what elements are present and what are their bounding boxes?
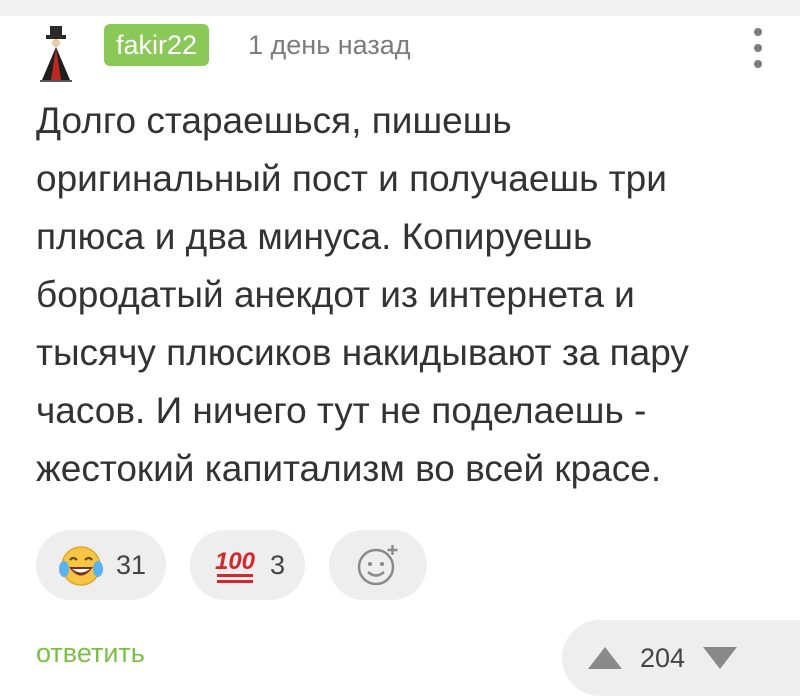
top-shade: [0, 0, 800, 16]
add-emoji-icon: [357, 545, 398, 586]
comment-header: fakir22 1 день назад: [0, 16, 800, 82]
reaction-count: 3: [270, 549, 286, 580]
more-options-icon[interactable]: [744, 24, 772, 72]
laughing-tears-emoji-icon: [59, 546, 103, 586]
reply-link[interactable]: ответить: [36, 638, 145, 669]
upvote-arrow-icon[interactable]: [584, 643, 626, 673]
downvote-arrow-icon[interactable]: [699, 643, 741, 673]
rating-count: 204: [640, 642, 686, 673]
rating-box: 204: [562, 620, 800, 696]
reactions-bar: 31 100 3: [36, 530, 428, 600]
comment-text: Долго стараешься, пишешь оригинальный по…: [36, 100, 689, 489]
avatar[interactable]: [30, 26, 82, 82]
svg-text:100: 100: [215, 548, 256, 575]
hundred-points-emoji-icon: 100: [215, 548, 256, 583]
reaction-laughing[interactable]: 31: [36, 530, 167, 600]
reaction-count: 31: [116, 549, 147, 580]
reaction-hundred[interactable]: 100 3: [190, 530, 306, 600]
comment-time: 1 день назад: [248, 30, 411, 60]
add-reaction-button[interactable]: [329, 530, 428, 600]
username-badge[interactable]: fakir22: [104, 24, 210, 66]
